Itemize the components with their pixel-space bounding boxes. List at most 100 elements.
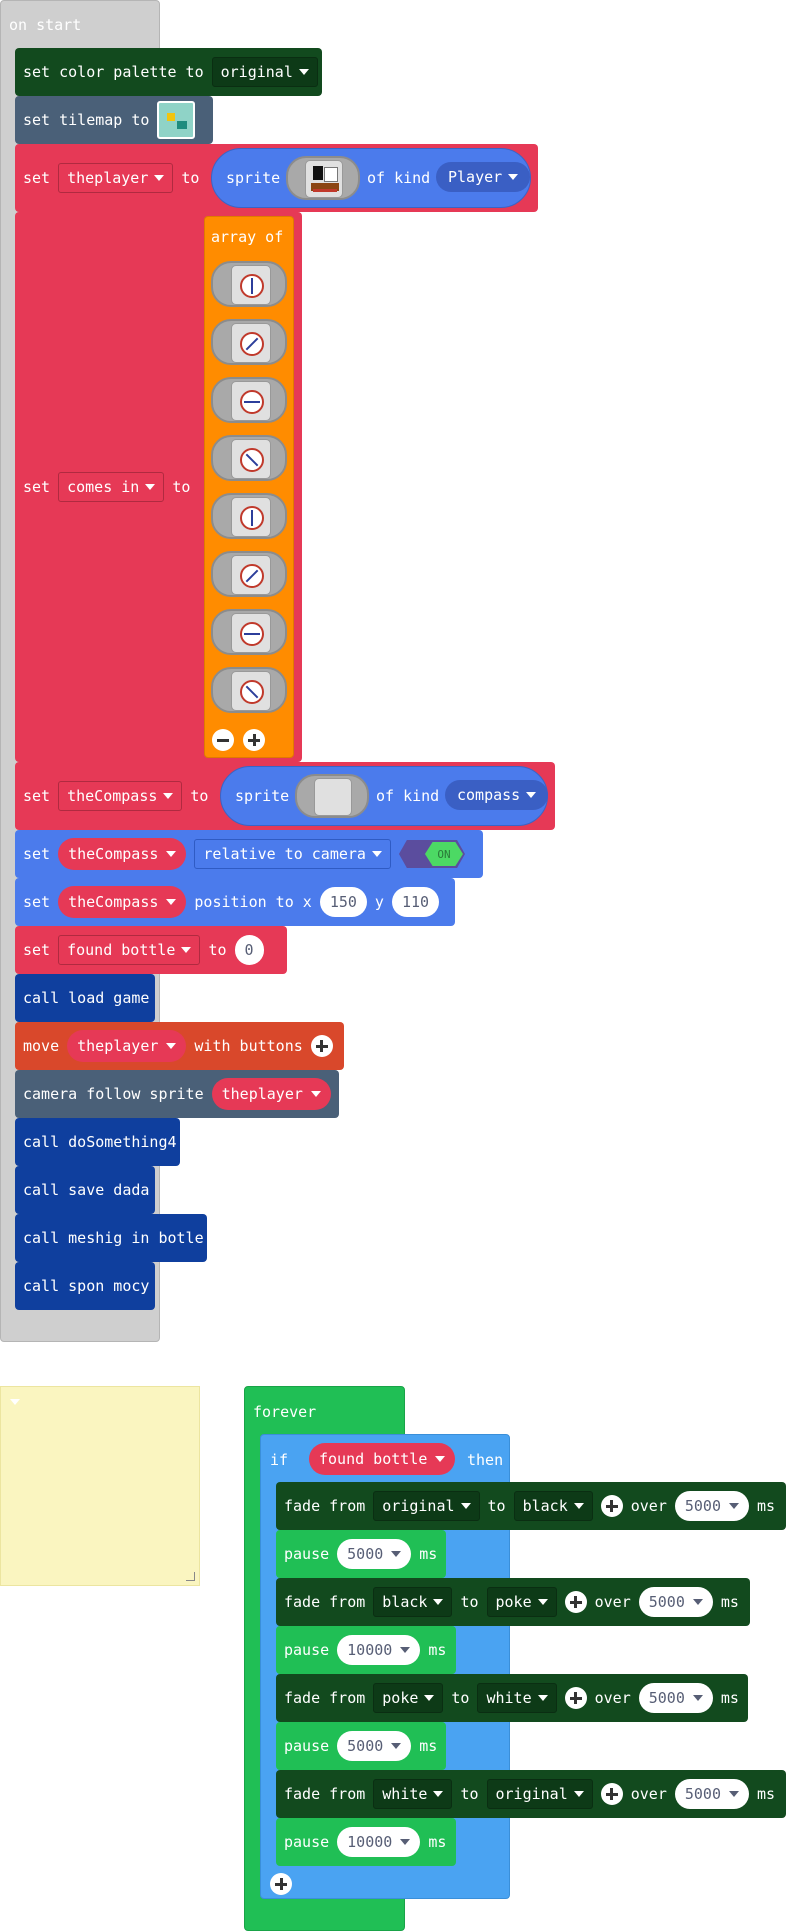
set-found-bottle-block[interactable]: set found bottle to 0 (15, 926, 287, 974)
array-item-slot[interactable] (211, 377, 287, 423)
remove-item-button[interactable] (212, 729, 234, 751)
pause-duration-dropdown[interactable]: 5000 (337, 1731, 412, 1761)
call-spon-mocy-block[interactable]: call spon mocy (15, 1262, 155, 1310)
pause-block[interactable]: pause 5000 ms (276, 1722, 446, 1770)
compass-image-slot[interactable] (295, 774, 369, 818)
array-item-slot[interactable] (211, 609, 287, 655)
sprite-flag-dropdown[interactable]: relative to camera (194, 839, 391, 869)
from-palette-dropdown[interactable]: poke (373, 1683, 444, 1713)
array-item-slot[interactable] (211, 319, 287, 365)
move-with-buttons-block[interactable]: move theplayer with buttons (15, 1022, 344, 1070)
set-keyword: set (23, 787, 51, 805)
compass-dial-icon (231, 671, 271, 711)
pause-block[interactable]: pause 5000 ms (276, 1530, 446, 1578)
pause-duration-dropdown[interactable]: 10000 (337, 1827, 421, 1857)
array-item-slot[interactable] (211, 551, 287, 597)
compass-dial-icon (231, 439, 271, 479)
to-palette-dropdown[interactable]: black (513, 1491, 593, 1521)
pause-duration-dropdown[interactable]: 10000 (337, 1635, 421, 1665)
to-palette-dropdown[interactable]: poke (486, 1587, 557, 1617)
expand-button[interactable] (564, 1687, 587, 1709)
compass-dial-icon (231, 555, 271, 595)
fade-block[interactable]: fade from white to original over 5000 ms (276, 1770, 786, 1818)
theplayer-var[interactable]: theplayer (67, 1030, 187, 1062)
comment-note[interactable] (0, 1386, 200, 1586)
theplayer-var-dropdown[interactable]: theplayer (58, 163, 174, 193)
from-palette-dropdown[interactable]: original (373, 1491, 480, 1521)
duration-dropdown[interactable]: 5000 (674, 1491, 749, 1521)
array-item-slot[interactable] (211, 493, 287, 539)
duration-dropdown[interactable]: 5000 (638, 1683, 713, 1713)
x-input[interactable]: 150 (319, 887, 367, 917)
call-meshig-block[interactable]: call meshig in botle (15, 1214, 207, 1262)
ms-label: ms (720, 1593, 739, 1611)
call-dosomething4-text: call doSomething4 (23, 1133, 177, 1151)
set-position-block[interactable]: set theCompass position to x 150 y 110 (15, 878, 455, 926)
found-bottle-var-dropdown[interactable]: found bottle (58, 935, 201, 965)
tilemap-icon[interactable] (157, 101, 196, 139)
call-save-dada-block[interactable]: call save dada (15, 1166, 155, 1214)
over-keyword: over (630, 1497, 667, 1515)
pause-keyword: pause (284, 1545, 330, 1563)
set-color-palette-block[interactable]: set color palette to original (15, 48, 322, 96)
comment-collapse-icon[interactable] (10, 1399, 20, 1405)
fade-block[interactable]: fade from poke to white over 5000 ms (276, 1674, 748, 1722)
pause-block[interactable]: pause 10000 ms (276, 1626, 456, 1674)
pause-block[interactable]: pause 10000 ms (276, 1818, 456, 1866)
from-palette-dropdown[interactable]: black (373, 1587, 453, 1617)
expand-button[interactable] (564, 1591, 587, 1613)
expand-button[interactable] (600, 1495, 623, 1517)
thecompass-var[interactable]: theCompass (58, 838, 187, 870)
expand-button[interactable] (310, 1035, 333, 1057)
to-keyword: to (460, 1593, 479, 1611)
sprite-keyword: sprite (235, 787, 290, 805)
theplayer-var[interactable]: theplayer (211, 1078, 331, 1110)
duration-dropdown[interactable]: 5000 (674, 1779, 749, 1809)
to-palette-dropdown[interactable]: white (477, 1683, 557, 1713)
player-image-slot[interactable] (286, 156, 360, 200)
set-tilemap-block[interactable]: set tilemap to (15, 96, 213, 144)
call-load-game-block[interactable]: call load game (15, 974, 155, 1022)
position-to-x-text: position to x (194, 893, 312, 911)
expand-button[interactable] (600, 1783, 623, 1805)
y-input[interactable]: 110 (391, 887, 440, 917)
ms-label: ms (428, 1833, 447, 1851)
set-color-palette-text: set color palette to (23, 63, 204, 81)
sprite-of-kind-player-reporter[interactable]: sprite of kind Player (211, 148, 531, 208)
array-item-slot[interactable] (211, 435, 287, 481)
array-of-reporter[interactable]: array of (204, 216, 294, 758)
thecompass-var-dropdown[interactable]: theCompass (58, 781, 183, 811)
comes-in-var-dropdown[interactable]: comes in (58, 472, 165, 502)
call-spon-mocy-text: call spon mocy (23, 1277, 150, 1295)
duration-dropdown[interactable]: 5000 (638, 1587, 713, 1617)
add-item-button[interactable] (243, 729, 265, 751)
resize-handle-icon[interactable] (186, 1572, 195, 1581)
camera-follow-block[interactable]: camera follow sprite theplayer (15, 1070, 339, 1118)
set-keyword: set (23, 893, 51, 911)
array-item-slot[interactable] (211, 261, 287, 307)
toggle-on-label: ON (424, 842, 463, 866)
to-keyword: to (460, 1785, 479, 1803)
fade-block[interactable]: fade from black to poke over 5000 ms (276, 1578, 750, 1626)
to-palette-dropdown[interactable]: original (486, 1779, 593, 1809)
add-else-button[interactable] (270, 1873, 292, 1895)
compass-kind-dropdown[interactable]: compass (445, 780, 549, 810)
ms-label: ms (419, 1545, 438, 1563)
from-palette-dropdown[interactable]: white (373, 1779, 453, 1809)
found-bottle-value-input[interactable]: 0 (234, 935, 264, 965)
fade-block[interactable]: fade from original to black over 5000 ms (276, 1482, 786, 1530)
array-item-slot[interactable] (211, 667, 287, 713)
call-dosomething4-block[interactable]: call doSomething4 (15, 1118, 180, 1166)
pause-duration-dropdown[interactable]: 5000 (337, 1539, 412, 1569)
on-toggle[interactable]: ON (398, 840, 465, 868)
palette-dropdown[interactable]: original (211, 57, 318, 87)
thecompass-var[interactable]: theCompass (58, 886, 187, 918)
ms-label: ms (757, 1785, 776, 1803)
player-kind-dropdown[interactable]: Player (436, 162, 531, 192)
sprite-of-kind-compass-reporter[interactable]: sprite of kind compass (220, 766, 549, 826)
found-bottle-var[interactable]: found bottle (309, 1443, 456, 1475)
empty-image-icon (314, 778, 352, 816)
move-keyword: move (23, 1037, 60, 1055)
set-relative-camera-block[interactable]: set theCompass relative to camera ON (15, 830, 483, 878)
call-meshig-text: call meshig in botle (23, 1229, 204, 1247)
